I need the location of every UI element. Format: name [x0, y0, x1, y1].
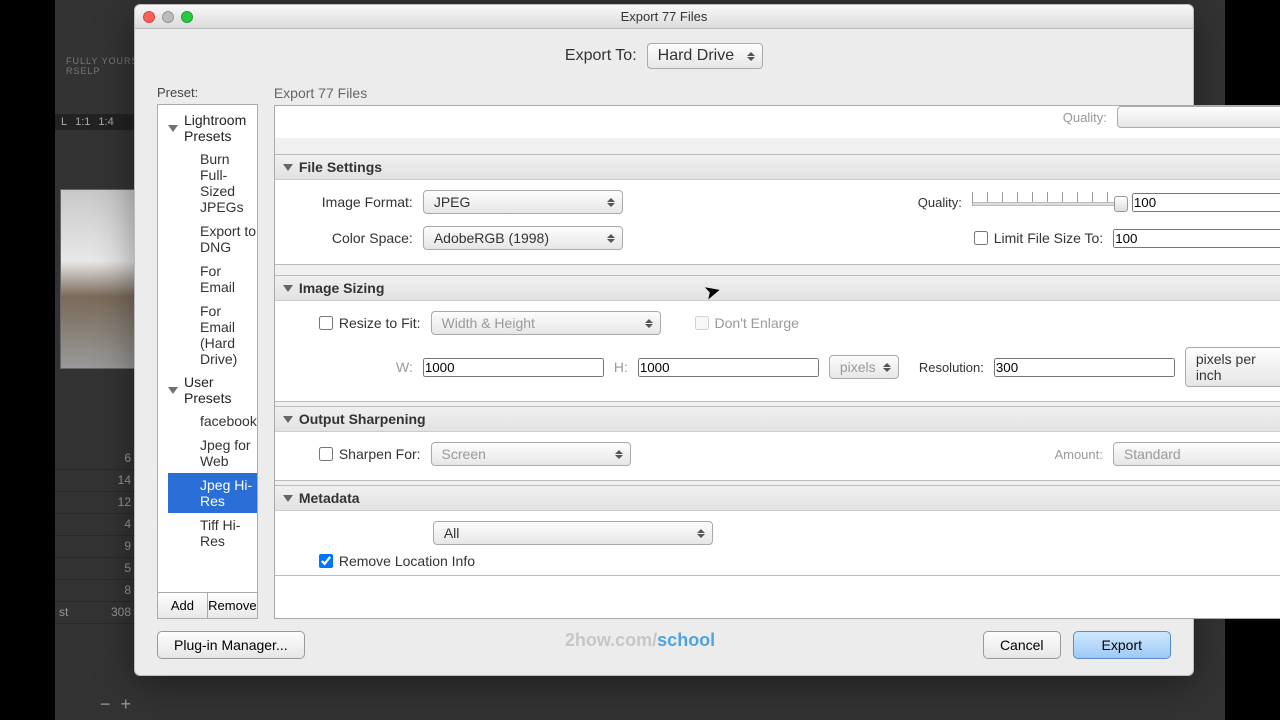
bg-brand: FULLY YOURSRSELP [66, 56, 139, 76]
disclosure-triangle-icon [283, 164, 293, 171]
width-label: W: [291, 359, 413, 375]
resize-mode-select: Width & Height [431, 311, 661, 335]
preset-list[interactable]: Lightroom Presets Burn Full-Sized JPEGs … [157, 104, 258, 593]
export-dialog: Export 77 Files Export To: Hard Drive Pr… [134, 4, 1194, 676]
peek-quality-label: Quality: [1063, 110, 1107, 125]
wh-unit-select: pixels [829, 355, 899, 379]
preset-group-lightroom[interactable]: Lightroom Presets [168, 109, 257, 147]
watermark: 2how.com/school [565, 630, 715, 651]
section-header-metadata[interactable]: Metadata [275, 486, 1280, 511]
height-label: H: [614, 359, 628, 375]
color-space-select[interactable]: AdobeRGB (1998) [423, 226, 623, 250]
metadata-mode-select[interactable]: All [433, 521, 713, 545]
section-header-file-settings[interactable]: File Settings [275, 155, 1280, 180]
disclosure-triangle-icon [283, 495, 293, 502]
resolution-unit-select[interactable]: pixels per inch [1185, 347, 1280, 387]
preset-item[interactable]: Burn Full-Sized JPEGs [168, 147, 257, 219]
preset-add-button[interactable]: Add [158, 593, 208, 618]
section-output-sharpening: Output Sharpening Sharpen For: Screen [275, 406, 1280, 481]
preset-item[interactable]: Export to DNG [168, 219, 257, 259]
image-format-select[interactable]: JPEG [423, 190, 623, 214]
resolution-input[interactable] [994, 358, 1175, 377]
resize-to-fit-checkbox[interactable]: Resize to Fit: [319, 315, 421, 331]
cancel-button[interactable]: Cancel [983, 631, 1061, 659]
limit-filesize-input [1113, 229, 1280, 248]
quality-slider[interactable] [972, 192, 1122, 212]
section-header-output-sharpening[interactable]: Output Sharpening [275, 407, 1280, 432]
section-metadata: Metadata All Remove Location Inf [275, 485, 1280, 576]
preset-group-user[interactable]: User Presets [168, 371, 257, 409]
color-space-label: Color Space: [291, 230, 413, 246]
bg-zoom-controls: −+ [100, 694, 131, 715]
sharpen-for-checkbox[interactable]: Sharpen For: [319, 446, 421, 462]
disclosure-triangle-icon [168, 125, 178, 132]
preset-item-selected[interactable]: Jpeg Hi-Res [168, 473, 257, 513]
remove-location-checkbox[interactable]: Remove Location Info [319, 553, 475, 569]
height-input [638, 358, 819, 377]
window-title: Export 77 Files [135, 9, 1193, 24]
window-zoom-button[interactable] [181, 11, 193, 23]
preset-item[interactable]: facebook [168, 409, 257, 433]
quality-input[interactable] [1132, 193, 1280, 212]
preset-remove-button[interactable]: Remove [208, 593, 257, 618]
export-to-label: Export To: [565, 47, 637, 65]
preset-item[interactable]: For Email [168, 259, 257, 299]
right-panel-subtitle: Export 77 Files [274, 85, 1280, 101]
plugin-manager-button[interactable]: Plug-in Manager... [157, 631, 305, 659]
sharpen-for-select: Screen [431, 442, 631, 466]
disclosure-triangle-icon [283, 416, 293, 423]
section-image-sizing: Image Sizing Resize to Fit: Width & Heig… [275, 275, 1280, 402]
preset-item[interactable]: Jpeg for Web [168, 433, 257, 473]
section-header-image-sizing[interactable]: Image Sizing [275, 276, 1280, 301]
export-to-select[interactable]: Hard Drive [647, 43, 763, 69]
preset-item[interactable]: For Email (Hard Drive) [168, 299, 257, 371]
section-file-settings: File Settings Image Format: JPEG Quality… [275, 154, 1280, 265]
preset-panel-label: Preset: [157, 85, 258, 100]
resolution-label: Resolution: [919, 360, 984, 375]
dont-enlarge-checkbox: Don't Enlarge [695, 315, 799, 331]
width-input [423, 358, 604, 377]
quality-label: Quality: [918, 195, 962, 210]
export-button[interactable]: Export [1073, 631, 1171, 659]
limit-filesize-checkbox[interactable]: Limit File Size To: [974, 230, 1103, 246]
preset-item[interactable]: Tiff Hi-Res [168, 513, 257, 553]
sharpen-amount-label: Amount: [1054, 447, 1102, 462]
window-close-button[interactable] [143, 11, 155, 23]
sharpen-amount-select: Standard [1113, 442, 1280, 466]
image-format-label: Image Format: [291, 194, 413, 210]
settings-scroll-area[interactable]: Quality: File Settings Image Format: JPE… [274, 105, 1280, 619]
peek-quality-select [1117, 106, 1280, 128]
disclosure-triangle-icon [283, 285, 293, 292]
bg-number-list: 61412 495 8 st308 [55, 448, 135, 624]
disclosure-triangle-icon [168, 387, 178, 394]
window-minimize-button[interactable] [162, 11, 174, 23]
bg-thumbnail [60, 189, 135, 369]
bg-ratio-strip: L1:11:4 [55, 114, 135, 130]
titlebar: Export 77 Files [135, 5, 1193, 29]
